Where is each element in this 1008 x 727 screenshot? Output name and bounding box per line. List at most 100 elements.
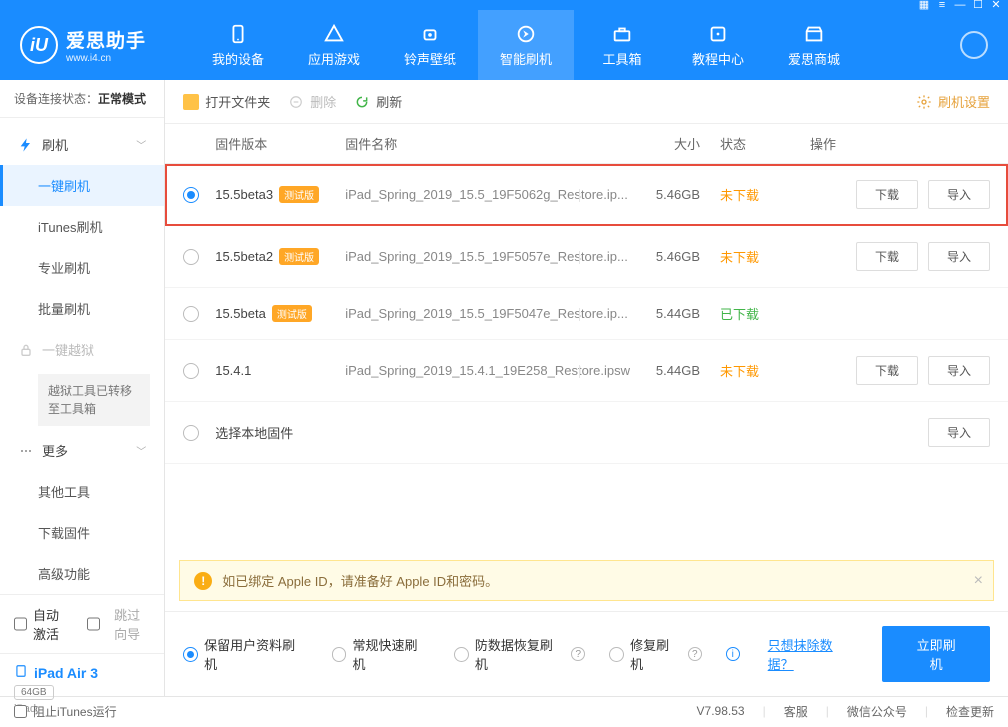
check-update-link[interactable]: 检查更新 [946,703,994,720]
flash-icon [515,23,537,45]
radio-icon [454,647,469,662]
notice-close-icon[interactable]: × [974,572,983,590]
firmware-filename: iPad_Spring_2019_15.5_19F5057e_Restore.i… [345,249,630,264]
auto-activate-label: 自动激活 [33,605,69,643]
nav-group-flash[interactable]: 刷机﹀ [0,124,164,165]
download-manager-icon[interactable] [960,31,988,59]
beta-badge: 测试版 [279,186,319,203]
help-icon[interactable]: ? [688,647,702,661]
block-itunes-checkbox[interactable] [14,705,27,718]
auto-activate-checkbox[interactable] [14,617,27,631]
gear-icon [916,94,932,110]
firmware-row[interactable]: 15.5beta2测试版iPad_Spring_2019_15.5_19F505… [165,226,1008,288]
firmware-size: 5.46GB [630,187,720,202]
firmware-status: 未下载 [720,361,810,380]
radio-icon [332,647,347,662]
main-content: 打开文件夹 删除 刷新 刷机设置 固件版本 固件名称 大小 状态 操作 15.5… [165,80,1008,696]
firmware-status: 未下载 [720,247,810,266]
nav-item-oneclick[interactable]: 一键刷机 [0,165,164,206]
erase-data-link[interactable]: 只想抹除数据？ [768,635,859,673]
flash-options-bar: 保留用户资料刷机常规快速刷机防数据恢复刷机? 修复刷机? i 只想抹除数据？ 立即… [165,611,1008,696]
topnav-apps[interactable]: 应用游戏 [286,10,382,80]
logo-title: 爱思助手 [66,26,146,53]
firmware-version: 15.5beta测试版 [215,305,345,322]
download-button[interactable]: 下载 [856,356,918,385]
titlebar-close-icon[interactable]: ✕ [988,0,1004,12]
tutorial-icon [707,23,729,45]
open-folder-button[interactable]: 打开文件夹 [183,92,270,111]
device-capacity: 64GB [14,685,54,700]
nav-item-batch[interactable]: 批量刷机 [0,288,164,329]
skip-guide-checkbox[interactable] [87,617,100,631]
erase-info-icon[interactable]: i [726,647,740,661]
row-radio[interactable] [183,249,199,265]
titlebar-maximize-icon[interactable]: ☐ [970,0,986,12]
logo-subtitle: www.i4.cn [66,53,146,64]
titlebar-menu-icon[interactable]: ≡ [934,0,950,12]
radio-icon [609,647,624,662]
nav-item-itunes[interactable]: iTunes刷机 [0,206,164,247]
firmware-size: 5.46GB [630,249,720,264]
sidebar: 设备连接状态：正常模式 刷机﹀一键刷机iTunes刷机专业刷机批量刷机一键越狱越… [0,80,165,696]
logo[interactable]: iU 爱思助手 www.i4.cn [20,26,190,64]
topnav-flash[interactable]: 智能刷机 [478,10,574,80]
firmware-row[interactable]: 选择本地固件-导入 [165,402,1008,464]
warning-icon: ! [194,572,212,590]
firmware-filename: iPad_Spring_2019_15.5_19F5047e_Restore.i… [345,306,630,321]
firmware-filename: iPad_Spring_2019_15.5_19F5062g_Restore.i… [345,187,630,202]
flash-option-keepdata[interactable]: 保留用户资料刷机 [183,635,307,673]
firmware-row[interactable]: 15.4.1iPad_Spring_2019_15.4.1_19E258_Res… [165,340,1008,402]
radio-icon [183,647,198,662]
delete-button[interactable]: 删除 [288,92,336,111]
nav-group-lock[interactable]: 一键越狱 [0,329,164,370]
support-link[interactable]: 客服 [784,703,808,720]
wechat-link[interactable]: 微信公众号 [847,703,907,720]
flash-option-recover[interactable]: 防数据恢复刷机? [454,635,585,673]
refresh-button[interactable]: 刷新 [354,92,402,111]
import-button[interactable]: 导入 [928,356,990,385]
nav-item-othertools[interactable]: 其他工具 [0,471,164,512]
titlebar-grid-icon[interactable]: ▦ [916,0,932,12]
nav-item-dlfw[interactable]: 下载固件 [0,512,164,553]
block-itunes-label: 阻止iTunes运行 [33,703,117,720]
jailbreak-note: 越狱工具已转移至工具箱 [38,374,150,426]
titlebar-minimize-icon[interactable]: — [952,0,968,12]
nav-item-adv[interactable]: 高级功能 [0,553,164,594]
row-radio[interactable] [183,187,199,203]
firmware-filename: iPad_Spring_2019_15.4.1_19E258_Restore.i… [345,363,630,378]
import-button[interactable]: 导入 [928,180,990,209]
download-button[interactable]: 下载 [856,242,918,271]
flash-option-repair[interactable]: 修复刷机? [609,635,701,673]
device-name: iPad Air 3 [34,665,98,681]
connection-status: 设备连接状态：正常模式 [0,80,164,118]
nav-group-more[interactable]: 更多﹀ [0,430,164,471]
help-icon[interactable]: ? [571,647,585,661]
row-radio[interactable] [183,363,199,379]
firmware-row[interactable]: 15.5beta测试版iPad_Spring_2019_15.5_19F5047… [165,288,1008,340]
firmware-status: 已下载 [720,304,810,323]
download-button[interactable]: 下载 [856,180,918,209]
flash-option-quick[interactable]: 常规快速刷机 [332,635,430,673]
flash-now-button[interactable]: 立即刷机 [882,626,990,682]
firmware-row[interactable]: 15.5beta3测试版iPad_Spring_2019_15.5_19F506… [165,164,1008,226]
topnav-toolbox[interactable]: 工具箱 [574,10,670,80]
import-button[interactable]: 导入 [928,418,990,447]
flash-settings-button[interactable]: 刷机设置 [916,92,990,111]
topnav-ringtone[interactable]: 铃声壁纸 [382,10,478,80]
topnav-device[interactable]: 我的设备 [190,10,286,80]
refresh-icon [354,94,370,110]
topnav-tutorial[interactable]: 教程中心 [670,10,766,80]
flash-icon [18,137,34,153]
row-radio[interactable] [183,306,199,322]
row-radio[interactable] [183,425,199,441]
apps-icon [323,23,345,45]
nav-item-pro[interactable]: 专业刷机 [0,247,164,288]
topnav-store[interactable]: 爱思商城 [766,10,862,80]
firmware-size: 5.44GB [630,306,720,321]
import-button[interactable]: 导入 [928,242,990,271]
table-header: 固件版本 固件名称 大小 状态 操作 [165,124,1008,164]
firmware-size: 5.44GB [630,363,720,378]
delete-icon [288,94,304,110]
beta-badge: 测试版 [272,305,312,322]
version-label: V7.98.53 [697,704,745,718]
